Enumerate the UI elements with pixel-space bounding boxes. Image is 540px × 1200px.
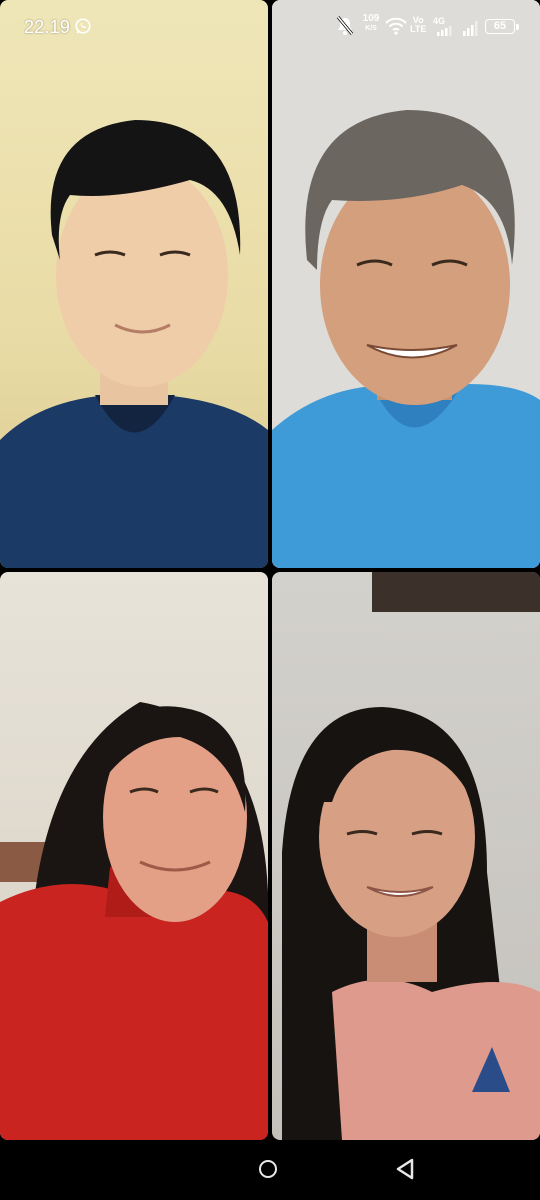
home-icon[interactable] — [259, 1160, 277, 1178]
battery-indicator: 65 — [485, 19, 519, 34]
network-speed-unit: K/S — [365, 25, 377, 32]
back-icon[interactable] — [394, 1157, 416, 1181]
signal-bars-2-icon — [463, 21, 478, 36]
network-speed-value: 109 — [362, 13, 380, 24]
participant-video-4[interactable] — [272, 572, 540, 1140]
mute-notifications-icon — [336, 16, 354, 35]
status-time: 22.19 — [24, 17, 71, 37]
participant-3-image — [0, 702, 268, 1140]
network-speed: 109 K/S — [360, 14, 382, 34]
signal-bars-1-icon — [437, 26, 452, 36]
volte-indicator: Vo LTE — [410, 16, 426, 34]
video-call-screen: 22.19 109 K/S Vo LTE 4G 65 — [0, 0, 540, 1200]
participant-4-image — [282, 572, 540, 1140]
participant-video-2[interactable] — [272, 0, 540, 568]
network-type: 4G — [433, 16, 446, 26]
whatsapp-icon — [75, 18, 91, 34]
participant-2-image — [272, 0, 540, 568]
participant-video-1[interactable] — [0, 0, 268, 568]
volte-bottom-label: LTE — [410, 24, 427, 34]
participant-1-image — [0, 120, 268, 568]
wifi-icon — [385, 17, 407, 35]
participant-video-3[interactable] — [0, 572, 268, 1140]
status-bar: 22.19 109 K/S Vo LTE 4G 65 — [0, 0, 540, 54]
navigation-bar — [0, 1140, 540, 1200]
